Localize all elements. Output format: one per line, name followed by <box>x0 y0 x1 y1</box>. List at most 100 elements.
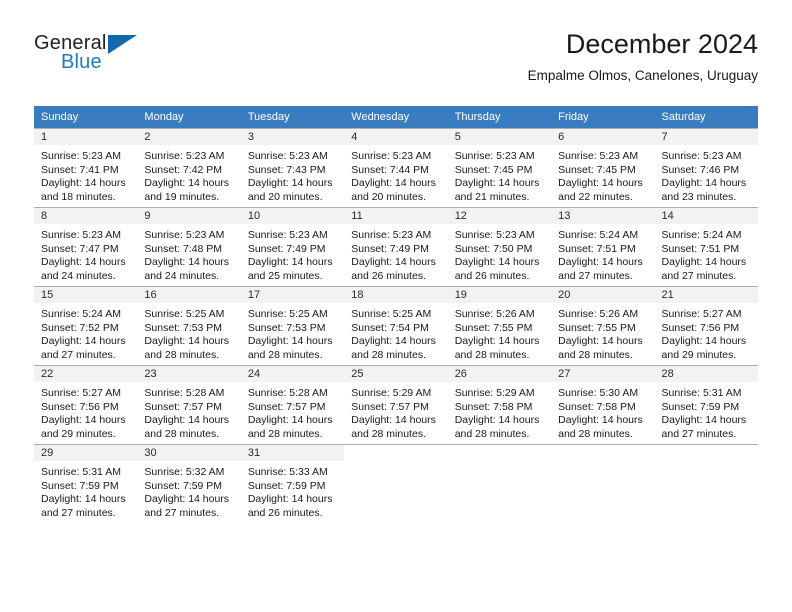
day-details: Sunrise: 5:23 AM Sunset: 7:44 PM Dayligh… <box>344 145 447 204</box>
day-details: Sunrise: 5:23 AM Sunset: 7:41 PM Dayligh… <box>34 145 137 204</box>
day-cell-empty <box>551 444 655 523</box>
day-details: Sunrise: 5:23 AM Sunset: 7:49 PM Dayligh… <box>241 224 344 283</box>
day-cell[interactable]: 26 Sunrise: 5:29 AM Sunset: 7:58 PM Dayl… <box>447 365 552 445</box>
day-cell[interactable]: 30 Sunrise: 5:32 AM Sunset: 7:59 PM Dayl… <box>137 444 241 523</box>
sunset-text: Sunset: 7:57 PM <box>247 400 326 413</box>
daylight-text-line2: and 27 minutes. <box>41 506 116 519</box>
day-details: Sunrise: 5:23 AM Sunset: 7:50 PM Dayligh… <box>448 224 551 283</box>
day-number: 30 <box>137 445 241 461</box>
daylight-text-line1: Daylight: 14 hours <box>454 414 540 427</box>
day-cell[interactable]: 17 Sunrise: 5:25 AM Sunset: 7:53 PM Dayl… <box>240 286 345 366</box>
day-cell[interactable]: 19 Sunrise: 5:26 AM Sunset: 7:55 PM Dayl… <box>447 286 552 366</box>
sunset-text: Sunset: 7:55 PM <box>558 321 636 334</box>
daylight-text-line1: Daylight: 14 hours <box>661 256 747 269</box>
daylight-text-line2: and 28 minutes. <box>247 427 323 440</box>
daylight-text-line1: Daylight: 14 hours <box>454 177 540 190</box>
sunrise-text: Sunrise: 5:26 AM <box>454 308 535 320</box>
day-cell[interactable]: 2 Sunrise: 5:23 AM Sunset: 7:42 PM Dayli… <box>137 128 241 208</box>
sunset-text: Sunset: 7:59 PM <box>247 479 326 492</box>
daylight-text-line2: and 20 minutes. <box>351 190 426 203</box>
day-cell[interactable]: 29 Sunrise: 5:31 AM Sunset: 7:59 PM Dayl… <box>34 444 138 523</box>
day-number: 1 <box>34 129 138 145</box>
sunrise-text: Sunrise: 5:23 AM <box>661 150 742 162</box>
daylight-text-line2: and 21 minutes. <box>454 190 530 203</box>
sunrise-text: Sunrise: 5:23 AM <box>558 150 639 162</box>
day-cell-empty <box>447 444 552 523</box>
day-details: Sunrise: 5:27 AM Sunset: 7:56 PM Dayligh… <box>655 303 758 362</box>
calendar-week-row: 15 Sunrise: 5:24 AM Sunset: 7:52 PM Dayl… <box>34 286 758 366</box>
day-cell[interactable]: 7 Sunrise: 5:23 AM Sunset: 7:46 PM Dayli… <box>654 128 758 208</box>
day-number: 17 <box>240 287 345 303</box>
day-number: 13 <box>551 208 655 224</box>
day-number: 14 <box>654 208 758 224</box>
daylight-text-line1: Daylight: 14 hours <box>558 177 643 190</box>
sunrise-text: Sunrise: 5:27 AM <box>661 308 742 320</box>
day-cell[interactable]: 12 Sunrise: 5:23 AM Sunset: 7:50 PM Dayl… <box>447 207 552 287</box>
sunrise-text: Sunrise: 5:25 AM <box>351 308 432 320</box>
daylight-text-line1: Daylight: 14 hours <box>247 335 333 348</box>
sunrise-text: Sunrise: 5:25 AM <box>247 308 328 320</box>
daylight-text-line2: and 25 minutes. <box>247 269 323 282</box>
day-cell[interactable]: 5 Sunrise: 5:23 AM Sunset: 7:45 PM Dayli… <box>447 128 552 208</box>
sunset-text: Sunset: 7:59 PM <box>144 479 223 492</box>
sunset-text: Sunset: 7:56 PM <box>41 400 119 413</box>
title-block: December 2024 Empalme Olmos, Canelones, … <box>528 28 758 85</box>
day-cell[interactable]: 1 Sunrise: 5:23 AM Sunset: 7:41 PM Dayli… <box>34 128 138 208</box>
daylight-text-line2: and 18 minutes. <box>41 190 116 203</box>
day-number: 31 <box>240 445 345 461</box>
day-details: Sunrise: 5:25 AM Sunset: 7:54 PM Dayligh… <box>344 303 447 362</box>
day-cell[interactable]: 25 Sunrise: 5:29 AM Sunset: 7:57 PM Dayl… <box>344 365 448 445</box>
day-cell[interactable]: 14 Sunrise: 5:24 AM Sunset: 7:51 PM Dayl… <box>654 207 758 287</box>
weekday-header-monday: Monday <box>137 106 241 129</box>
day-cell[interactable]: 15 Sunrise: 5:24 AM Sunset: 7:52 PM Dayl… <box>34 286 138 366</box>
day-number: 4 <box>344 129 448 145</box>
day-cell[interactable]: 20 Sunrise: 5:26 AM Sunset: 7:55 PM Dayl… <box>551 286 655 366</box>
weekday-header-thursday: Thursday <box>447 106 552 129</box>
daylight-text-line1: Daylight: 14 hours <box>661 177 747 190</box>
day-cell[interactable]: 8 Sunrise: 5:23 AM Sunset: 7:47 PM Dayli… <box>34 207 138 287</box>
day-cell[interactable]: 31 Sunrise: 5:33 AM Sunset: 7:59 PM Dayl… <box>240 444 345 523</box>
day-cell[interactable]: 18 Sunrise: 5:25 AM Sunset: 7:54 PM Dayl… <box>344 286 448 366</box>
sunrise-text: Sunrise: 5:25 AM <box>144 308 225 320</box>
day-cell[interactable]: 13 Sunrise: 5:24 AM Sunset: 7:51 PM Dayl… <box>551 207 655 287</box>
calendar-week-row: 22 Sunrise: 5:27 AM Sunset: 7:56 PM Dayl… <box>34 365 758 445</box>
calendar-header-row: Sunday Monday Tuesday Wednesday Thursday… <box>34 106 758 129</box>
general-blue-logo[interactable]: General Blue <box>34 32 154 82</box>
daylight-text-line2: and 27 minutes. <box>41 348 116 361</box>
sunrise-text: Sunrise: 5:23 AM <box>351 229 432 241</box>
day-details: Sunrise: 5:25 AM Sunset: 7:53 PM Dayligh… <box>137 303 240 362</box>
daylight-text-line2: and 28 minutes. <box>351 348 426 361</box>
daylight-text-line1: Daylight: 14 hours <box>351 256 436 269</box>
sunrise-text: Sunrise: 5:23 AM <box>144 229 225 241</box>
day-cell[interactable]: 4 Sunrise: 5:23 AM Sunset: 7:44 PM Dayli… <box>344 128 448 208</box>
sunset-text: Sunset: 7:48 PM <box>144 242 223 255</box>
day-cell[interactable]: 9 Sunrise: 5:23 AM Sunset: 7:48 PM Dayli… <box>137 207 241 287</box>
day-cell[interactable]: 16 Sunrise: 5:25 AM Sunset: 7:53 PM Dayl… <box>137 286 241 366</box>
day-details: Sunrise: 5:23 AM Sunset: 7:46 PM Dayligh… <box>655 145 758 204</box>
day-number: 28 <box>654 366 758 382</box>
weekday-header-friday: Friday <box>551 106 655 129</box>
daylight-text-line2: and 28 minutes. <box>247 348 323 361</box>
day-cell[interactable]: 27 Sunrise: 5:30 AM Sunset: 7:58 PM Dayl… <box>551 365 655 445</box>
day-cell[interactable]: 21 Sunrise: 5:27 AM Sunset: 7:56 PM Dayl… <box>654 286 758 366</box>
day-cell[interactable]: 23 Sunrise: 5:28 AM Sunset: 7:57 PM Dayl… <box>137 365 241 445</box>
day-cell[interactable]: 10 Sunrise: 5:23 AM Sunset: 7:49 PM Dayl… <box>240 207 345 287</box>
day-number <box>551 445 654 461</box>
day-cell[interactable]: 6 Sunrise: 5:23 AM Sunset: 7:45 PM Dayli… <box>551 128 655 208</box>
daylight-text-line2: and 29 minutes. <box>661 348 737 361</box>
sunrise-text: Sunrise: 5:23 AM <box>41 229 121 241</box>
day-number: 25 <box>344 366 448 382</box>
daylight-text-line1: Daylight: 14 hours <box>144 414 230 427</box>
day-cell[interactable]: 28 Sunrise: 5:31 AM Sunset: 7:59 PM Dayl… <box>654 365 758 445</box>
day-cell[interactable]: 11 Sunrise: 5:23 AM Sunset: 7:49 PM Dayl… <box>344 207 448 287</box>
daylight-text-line1: Daylight: 14 hours <box>247 493 333 506</box>
day-cell[interactable]: 24 Sunrise: 5:28 AM Sunset: 7:57 PM Dayl… <box>240 365 345 445</box>
day-cell[interactable]: 3 Sunrise: 5:23 AM Sunset: 7:43 PM Dayli… <box>240 128 345 208</box>
daylight-text-line2: and 27 minutes. <box>661 427 737 440</box>
daylight-text-line1: Daylight: 14 hours <box>144 256 230 269</box>
day-number <box>448 445 551 461</box>
daylight-text-line2: and 28 minutes. <box>144 348 220 361</box>
day-cell[interactable]: 22 Sunrise: 5:27 AM Sunset: 7:56 PM Dayl… <box>34 365 138 445</box>
daylight-text-line2: and 28 minutes. <box>558 427 633 440</box>
daylight-text-line2: and 27 minutes. <box>144 506 220 519</box>
